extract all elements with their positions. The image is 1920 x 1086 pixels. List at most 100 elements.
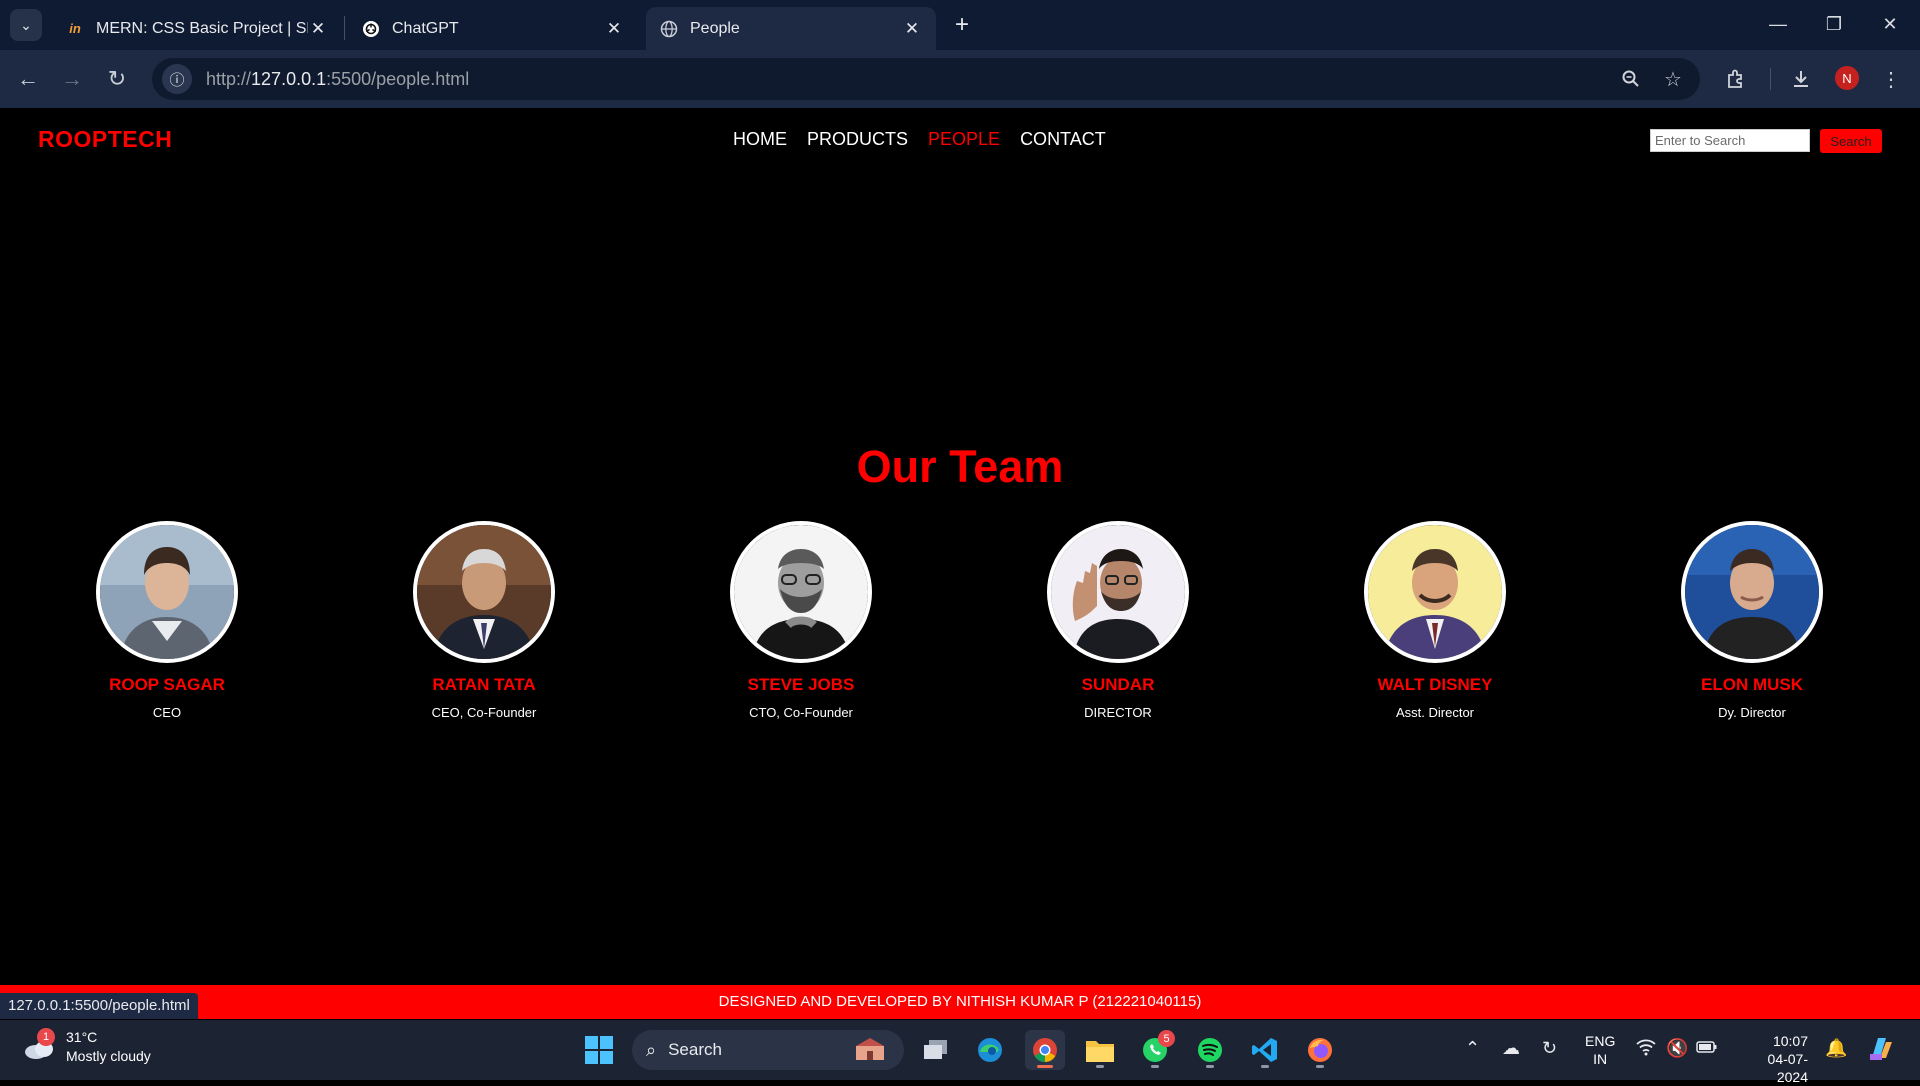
copilot-icon[interactable] (1866, 1034, 1896, 1069)
tray-chevron-up-icon[interactable]: ⌃ (1465, 1038, 1480, 1059)
member-name: ELON MUSK (1701, 675, 1803, 694)
clock-time: 10:07 (1772, 1033, 1808, 1049)
spotify-icon[interactable] (1190, 1030, 1230, 1070)
chrome-browser-icon[interactable] (1025, 1030, 1065, 1070)
close-window-icon[interactable]: ✕ (1878, 12, 1902, 36)
reload-icon[interactable]: ↻ (102, 64, 132, 94)
nav-link-people[interactable]: PEOPLE (928, 129, 1000, 150)
member-name: SUNDAR (1081, 675, 1155, 694)
tab-chatgpt[interactable]: ChatGPT ✕ (348, 7, 638, 50)
taskbar-search-box[interactable]: ⌕ Search (632, 1030, 904, 1070)
new-tab-plus-icon[interactable]: + (948, 11, 976, 39)
onedrive-cloud-icon[interactable]: ☁ (1502, 1038, 1520, 1059)
forward-arrow-icon[interactable]: → (57, 64, 87, 94)
tab-title: ChatGPT (392, 19, 459, 37)
globe-icon (660, 20, 678, 38)
file-explorer-icon[interactable] (1080, 1030, 1120, 1070)
restore-icon[interactable]: ❐ (1822, 12, 1846, 36)
nav-link-contact[interactable]: CONTACT (1020, 129, 1106, 150)
volume-muted-icon[interactable]: 🔇 (1666, 1038, 1688, 1059)
member-role: CTO, Co-Founder (749, 705, 853, 720)
close-icon[interactable]: ✕ (308, 19, 328, 39)
windows-start-icon[interactable] (584, 1035, 614, 1065)
whatsapp-icon[interactable]: 5 (1135, 1030, 1175, 1070)
member-photo (1681, 521, 1823, 663)
minimize-icon[interactable]: — (1766, 12, 1790, 36)
nav-link-home[interactable]: HOME (733, 129, 787, 150)
weather-description: Mostly cloudy (66, 1048, 151, 1064)
more-menu-icon[interactable]: ⋮ (1876, 64, 1906, 94)
wifi-icon[interactable] (1636, 1038, 1656, 1061)
firefox-icon[interactable] (1300, 1030, 1340, 1070)
team-member-card: WALT DISNEY Asst. Director (1305, 521, 1565, 720)
back-arrow-icon[interactable]: ← (13, 64, 43, 94)
main-nav: HOME PRODUCTS PEOPLE CONTACT (733, 129, 1106, 150)
team-member-card: ELON MUSK Dy. Director (1622, 521, 1882, 720)
clock[interactable]: 10:07 04-07-2024 (1738, 1032, 1808, 1086)
language-code: ENG (1585, 1033, 1616, 1049)
download-icon[interactable] (1786, 64, 1816, 94)
weather-widget[interactable]: 1 31°C Mostly cloudy (22, 1028, 151, 1066)
search-button[interactable]: Search (1820, 129, 1882, 153)
cloud-icon: 1 (22, 1028, 56, 1062)
site-footer: DESIGNED AND DEVELOPED BY NITHISH KUMAR … (0, 985, 1920, 1019)
tab-title: People (690, 19, 740, 37)
search-icon: ⌕ (646, 1039, 657, 1060)
url-scheme: http:// (206, 68, 252, 89)
profile-avatar[interactable]: N (1835, 66, 1859, 90)
url-path: :5500/people.html (326, 68, 470, 89)
member-photo (1364, 521, 1506, 663)
search-input[interactable] (1650, 129, 1810, 152)
language-indicator[interactable]: ENG IN (1585, 1032, 1615, 1068)
member-photo (1047, 521, 1189, 663)
region-code: IN (1593, 1051, 1608, 1067)
weather-badge: 1 (37, 1028, 55, 1046)
member-role: CEO (152, 705, 182, 720)
whatsapp-badge: 5 (1158, 1030, 1175, 1047)
extensions-icon[interactable] (1721, 64, 1751, 94)
team-member-card: ROOP SAGAR CEO (37, 521, 297, 720)
taskbar-search-label: Search (668, 1040, 722, 1059)
address-bar[interactable]: ⓘ http://127.0.0.1:5500/people.html ☆ (152, 58, 1700, 100)
tab-mern-project[interactable]: in MERN: CSS Basic Project | SEC ✕ (52, 7, 342, 50)
team-member-card: STEVE JOBS CTO, Co-Founder (671, 521, 931, 720)
windows-taskbar: 1 31°C Mostly cloudy ⌕ Search 5 ⌃ ☁ ↻ EN… (0, 1020, 1920, 1085)
browser-tab-bar: ⌄ in MERN: CSS Basic Project | SEC ✕ Cha… (0, 0, 1920, 50)
close-icon[interactable]: ✕ (902, 19, 922, 39)
zoom-icon[interactable] (1616, 64, 1646, 94)
browser-toolbar: ← → ↻ ⓘ http://127.0.0.1:5500/people.htm… (0, 50, 1920, 108)
chatgpt-icon (362, 20, 380, 38)
team-heading: Our Team (856, 441, 1064, 492)
clock-date: 04-07-2024 (1767, 1051, 1808, 1085)
team-member-card: RATAN TATA CEO, Co-Founder (354, 521, 614, 720)
tab-search-button[interactable]: ⌄ (10, 9, 42, 41)
member-name: WALT DISNEY (1377, 675, 1493, 694)
edge-browser-icon[interactable] (970, 1030, 1010, 1070)
tab-divider (344, 16, 345, 40)
tab-title: MERN: CSS Basic Project | SEC (96, 19, 308, 37)
vscode-icon[interactable] (1245, 1030, 1285, 1070)
site-logo[interactable]: ROOPTECH (38, 126, 172, 153)
url-host: 127.0.0.1 (251, 68, 327, 89)
team-member-card: SUNDAR DIRECTOR (988, 521, 1248, 720)
battery-icon[interactable] (1696, 1038, 1718, 1059)
weather-temperature: 31°C (66, 1029, 98, 1045)
member-name: RATAN TATA (432, 675, 536, 694)
url-text[interactable]: http://127.0.0.1:5500/people.html (206, 69, 1616, 90)
member-photo (730, 521, 872, 663)
close-icon[interactable]: ✕ (604, 19, 624, 39)
sync-icon[interactable]: ↻ (1542, 1038, 1557, 1059)
site-info-icon[interactable]: ⓘ (162, 64, 192, 94)
member-photo (96, 521, 238, 663)
nav-link-products[interactable]: PRODUCTS (807, 129, 908, 150)
task-view-icon[interactable] (916, 1030, 956, 1070)
notification-bell-icon[interactable]: 🔔 (1825, 1038, 1847, 1059)
tab-people[interactable]: People ✕ (646, 7, 936, 50)
status-bar-url: 127.0.0.1:5500/people.html (0, 993, 198, 1019)
member-role: Asst. Director (1395, 705, 1474, 720)
member-name: STEVE JOBS (747, 675, 855, 694)
member-name: ROOP SAGAR (109, 675, 225, 694)
member-role: Dy. Director (1718, 705, 1786, 720)
member-role: CEO, Co-Founder (431, 705, 537, 720)
bookmark-star-icon[interactable]: ☆ (1658, 64, 1688, 94)
